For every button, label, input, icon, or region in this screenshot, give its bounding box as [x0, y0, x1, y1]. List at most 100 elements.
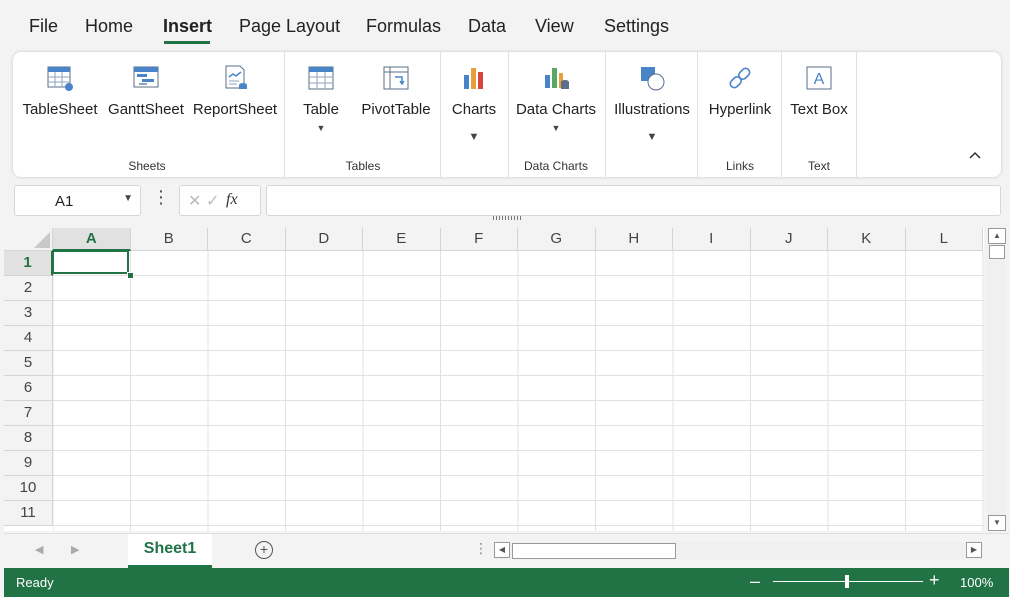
- row-header[interactable]: 2: [4, 276, 53, 301]
- reportsheet-button[interactable]: ReportSheet: [191, 52, 279, 162]
- name-box[interactable]: A1 ▼: [14, 185, 141, 216]
- menu-data[interactable]: Data: [468, 16, 506, 37]
- group-label-data-charts: Data Charts: [523, 159, 589, 173]
- row-header[interactable]: 1: [4, 251, 53, 276]
- formula-input[interactable]: [266, 185, 1001, 216]
- tablesheet-button[interactable]: TableSheet: [18, 52, 102, 162]
- column-header[interactable]: I: [673, 228, 751, 251]
- menu-home[interactable]: Home: [85, 16, 133, 37]
- vertical-scroll-thumb[interactable]: [989, 245, 1005, 259]
- row-header[interactable]: 11: [4, 501, 53, 526]
- sheet-tab[interactable]: Sheet1: [128, 534, 212, 568]
- select-all-corner[interactable]: [4, 228, 53, 251]
- horizontal-scroll-thumb[interactable]: [512, 543, 676, 559]
- ribbon-separator: [697, 52, 698, 177]
- zoom-in-icon[interactable]: +: [929, 570, 940, 591]
- column-header[interactable]: L: [905, 228, 983, 251]
- chevron-down-icon: ▼: [646, 131, 658, 143]
- shapes-icon: [641, 67, 665, 91]
- row-header[interactable]: 6: [4, 376, 53, 401]
- reportsheet-icon: [225, 65, 247, 89]
- column-header[interactable]: G: [518, 228, 596, 251]
- charts-button[interactable]: Charts ▼: [445, 52, 503, 162]
- ribbon: TableSheet GanttSheet ReportSheet Table …: [13, 52, 1001, 177]
- menu-file[interactable]: File: [29, 16, 58, 37]
- group-label-sheets: Sheets: [128, 159, 166, 173]
- illustrations-button[interactable]: Illustrations ▼: [609, 52, 695, 162]
- next-sheet-icon[interactable]: ▶: [71, 543, 79, 556]
- menu-view[interactable]: View: [535, 16, 574, 37]
- row-header[interactable]: 9: [4, 451, 53, 476]
- column-header[interactable]: D: [285, 228, 363, 251]
- column-header[interactable]: A: [53, 228, 131, 251]
- fill-handle[interactable]: [127, 272, 134, 279]
- scroll-left-icon[interactable]: ◀: [494, 542, 510, 558]
- ribbon-separator: [284, 52, 285, 177]
- formula-actions: ✕ ✓ fx: [179, 185, 261, 216]
- vertical-scrollbar[interactable]: ▲ ▼: [987, 228, 1006, 531]
- insert-function-button[interactable]: fx: [226, 191, 238, 209]
- charts-label: Charts: [451, 101, 497, 118]
- ganttsheet-button[interactable]: GanttSheet: [106, 52, 186, 162]
- cancel-formula-icon[interactable]: ✕: [188, 191, 201, 211]
- pivottable-button[interactable]: PivotTable: [354, 52, 438, 162]
- tab-splitter-icon[interactable]: ⋮: [474, 540, 488, 557]
- scroll-up-icon[interactable]: ▲: [988, 228, 1006, 244]
- status-bar: Ready – + 100%: [4, 568, 1009, 597]
- column-header[interactable]: K: [828, 228, 906, 251]
- more-options-icon[interactable]: ⋮: [152, 188, 170, 206]
- column-header[interactable]: B: [130, 228, 208, 251]
- pivottable-label: PivotTable: [361, 101, 431, 118]
- zoom-slider-handle[interactable]: [845, 575, 849, 588]
- zoom-level: 100%: [960, 575, 994, 590]
- reportsheet-label: ReportSheet: [192, 101, 278, 118]
- textbox-button[interactable]: A Text Box: [786, 52, 852, 162]
- data-charts-button[interactable]: Data Charts ▼: [513, 52, 599, 162]
- column-header[interactable]: F: [440, 228, 518, 251]
- menu-settings[interactable]: Settings: [604, 16, 669, 37]
- row-header[interactable]: 10: [4, 476, 53, 501]
- resize-grip[interactable]: [493, 216, 523, 220]
- cell-area[interactable]: [53, 251, 984, 531]
- group-label-text: Text: [807, 159, 830, 173]
- scroll-down-icon[interactable]: ▼: [988, 515, 1006, 531]
- row-header[interactable]: 8: [4, 426, 53, 451]
- group-label-tables: Tables: [345, 159, 381, 173]
- pivottable-icon: [383, 66, 409, 90]
- menu-formulas[interactable]: Formulas: [366, 16, 441, 37]
- column-header[interactable]: H: [595, 228, 673, 251]
- group-label-links: Links: [725, 159, 754, 173]
- ganttsheet-icon: [133, 66, 159, 88]
- tablesheet-icon: [47, 66, 73, 91]
- illustrations-label: Illustrations: [614, 101, 690, 118]
- status-text: Ready: [16, 575, 54, 590]
- add-sheet-icon[interactable]: +: [255, 541, 273, 559]
- data-chart-icon: [545, 68, 569, 89]
- zoom-out-icon[interactable]: –: [750, 571, 760, 592]
- confirm-formula-icon[interactable]: ✓: [206, 191, 219, 211]
- link-icon: [729, 67, 751, 89]
- menu-page-layout[interactable]: Page Layout: [239, 16, 340, 37]
- tablesheet-label: TableSheet: [22, 101, 98, 118]
- row-header[interactable]: 5: [4, 351, 53, 376]
- scroll-right-icon[interactable]: ▶: [966, 542, 982, 558]
- column-header[interactable]: C: [208, 228, 286, 251]
- row-header[interactable]: 3: [4, 301, 53, 326]
- horizontal-scrollbar[interactable]: ◀ ▶: [494, 542, 982, 559]
- column-header[interactable]: E: [363, 228, 441, 251]
- menu-insert[interactable]: Insert: [163, 16, 212, 37]
- hyperlink-label: Hyperlink: [708, 101, 772, 118]
- ribbon-separator: [508, 52, 509, 177]
- table-button[interactable]: Table ▼: [293, 52, 349, 162]
- active-cell[interactable]: [52, 250, 129, 274]
- column-header[interactable]: J: [750, 228, 828, 251]
- active-menu-underline: [164, 41, 210, 44]
- bar-chart-icon: [464, 68, 483, 89]
- row-header[interactable]: 4: [4, 326, 53, 351]
- row-header[interactable]: 7: [4, 401, 53, 426]
- ribbon-separator: [781, 52, 782, 177]
- hyperlink-button[interactable]: Hyperlink: [702, 52, 778, 162]
- collapse-ribbon-icon[interactable]: [968, 150, 982, 160]
- data-charts-label: Data Charts: [515, 101, 597, 118]
- prev-sheet-icon[interactable]: ◀: [35, 543, 43, 556]
